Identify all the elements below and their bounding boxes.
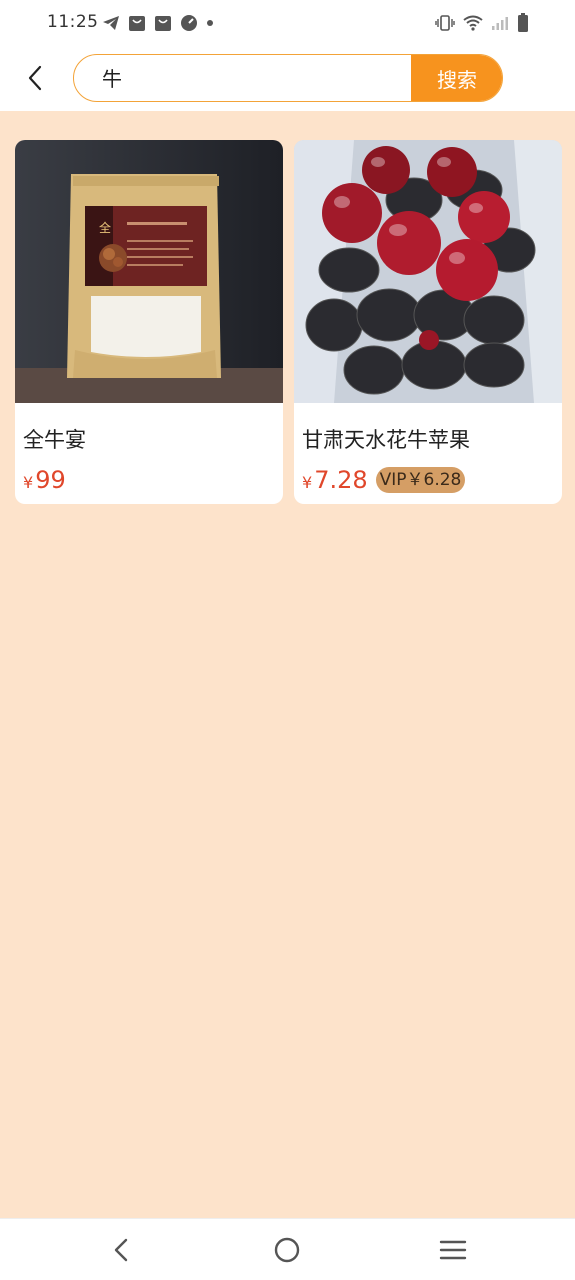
home-circle-icon bbox=[274, 1237, 300, 1263]
search-input[interactable] bbox=[102, 55, 402, 100]
product-title: 甘肃天水花牛苹果 bbox=[302, 428, 470, 452]
nav-back-button[interactable] bbox=[106, 1235, 136, 1265]
product-image-beef-feast: 全 bbox=[15, 140, 283, 403]
product-title: 全牛宴 bbox=[23, 428, 86, 452]
speedometer-icon bbox=[181, 15, 197, 31]
vibrate-icon bbox=[435, 15, 455, 31]
status-time: 11:25 bbox=[47, 12, 99, 32]
nav-menu-button[interactable] bbox=[438, 1235, 468, 1265]
product-card[interactable]: 甘肃天水花牛苹果 ¥ 7.28 VIP￥6.28 bbox=[294, 140, 562, 504]
price-row: ¥ 7.28 VIP￥6.28 bbox=[302, 466, 466, 494]
chevron-left-icon bbox=[114, 1238, 128, 1262]
nav-home-button[interactable] bbox=[272, 1235, 302, 1265]
wifi-icon bbox=[463, 15, 483, 31]
notification-icons bbox=[102, 14, 214, 32]
currency-symbol: ¥ bbox=[302, 472, 313, 492]
search-box: 搜索 bbox=[73, 54, 503, 102]
system-icons bbox=[435, 13, 529, 33]
svg-text:全: 全 bbox=[99, 220, 111, 235]
product-card[interactable]: 全 全牛宴 ¥ 99 bbox=[15, 140, 283, 504]
search-header: 搜索 bbox=[0, 46, 575, 111]
status-bar: 11:25 bbox=[0, 0, 575, 46]
product-price: 99 bbox=[35, 466, 66, 494]
menu-icon bbox=[439, 1240, 467, 1260]
back-button[interactable] bbox=[18, 60, 52, 96]
dot-icon bbox=[207, 20, 213, 26]
telegram-icon bbox=[103, 16, 119, 30]
search-button[interactable]: 搜索 bbox=[411, 55, 502, 101]
signal-icon bbox=[492, 17, 508, 30]
price-row: ¥ 99 bbox=[23, 466, 66, 494]
chevron-left-icon bbox=[28, 65, 42, 91]
currency-symbol: ¥ bbox=[23, 472, 34, 492]
shopping-bag-icon bbox=[129, 16, 145, 31]
shopping-bag-icon bbox=[155, 16, 171, 31]
product-image-apples bbox=[294, 140, 562, 403]
vip-price-badge: VIP￥6.28 bbox=[375, 467, 466, 493]
results-area: 全 全牛宴 ¥ 99 甘肃天水花牛苹果 ¥ 7.28 VIP￥6.28 bbox=[0, 111, 575, 1218]
battery-icon bbox=[518, 13, 528, 32]
system-nav-bar bbox=[0, 1218, 575, 1280]
product-price: 7.28 bbox=[314, 466, 368, 494]
